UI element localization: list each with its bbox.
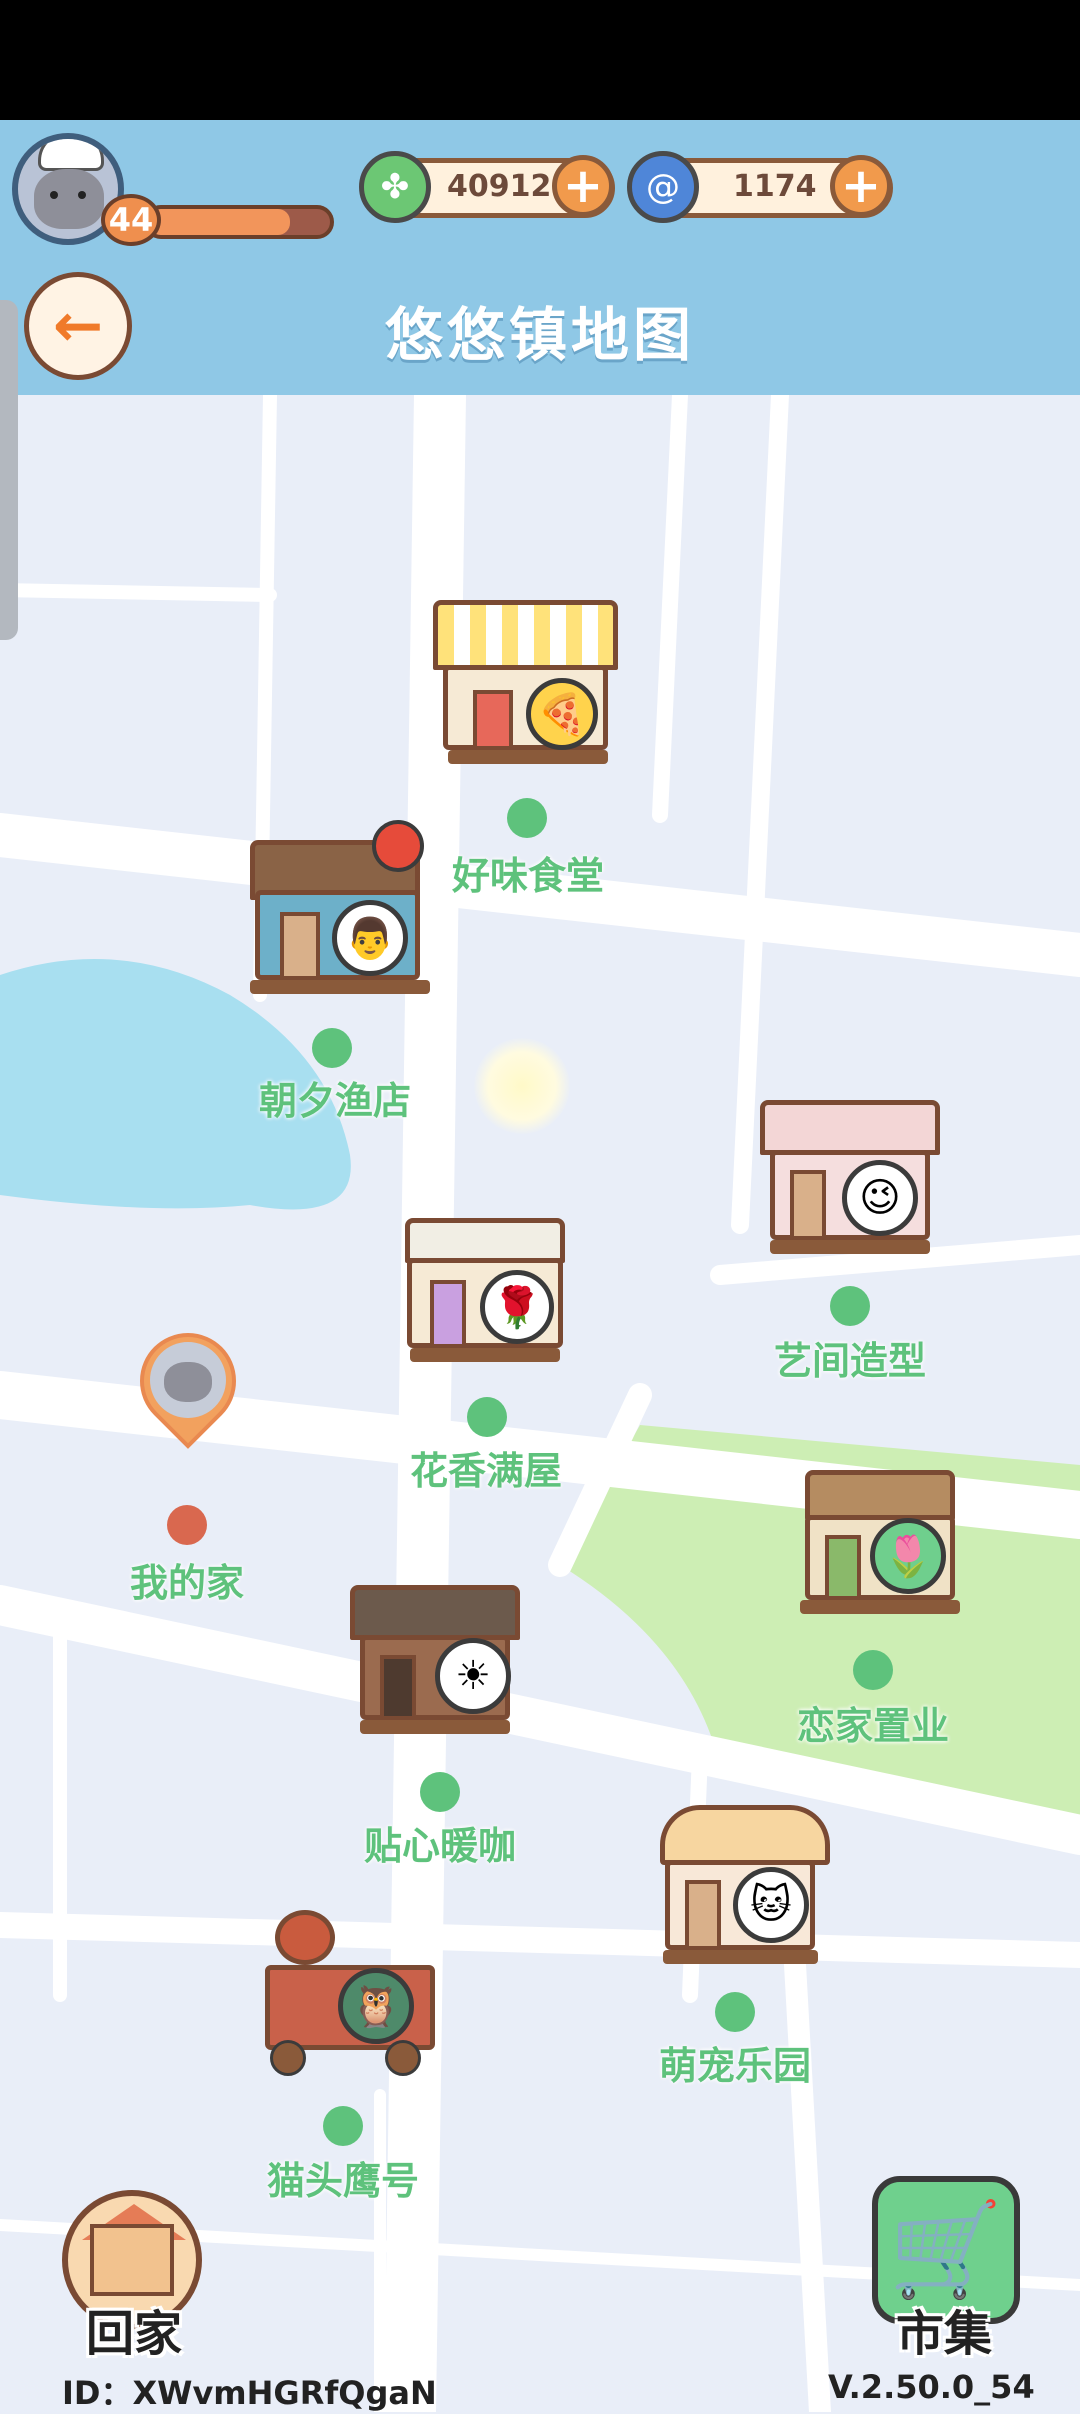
winking-face-icon: 😉: [842, 1160, 918, 1236]
sleeping-cat-icon: 🐱: [733, 1867, 809, 1943]
cafe-marker[interactable]: [420, 1772, 460, 1812]
pet-park-marker[interactable]: [715, 1992, 755, 2032]
cat-avatar-icon: [150, 1342, 226, 1418]
add-swirl-button[interactable]: +: [830, 155, 892, 217]
level-badge: 44: [101, 194, 161, 246]
pizza-icon: 🍕: [526, 678, 598, 750]
location-label-mengchong[interactable]: 萌宠乐园: [585, 2035, 885, 2090]
xp-progress-bar: [144, 205, 334, 239]
xp-progress-fill: [148, 209, 290, 235]
home-button-label[interactable]: 回家: [86, 2294, 182, 2364]
location-label-yijian[interactable]: 艺间造型: [700, 1330, 1000, 1385]
swirl-icon: @: [627, 151, 699, 223]
page-title: 悠悠镇地图: [384, 301, 695, 369]
glowing-paw-icon[interactable]: [474, 1038, 570, 1134]
clover-currency: ✤ 40912 +: [359, 151, 615, 223]
owl-truck-building[interactable]: 🦉: [250, 1910, 445, 2080]
chef-hat: [38, 139, 104, 171]
lotus-icon: 🌷: [870, 1518, 946, 1594]
location-label-wojia[interactable]: 我的家: [37, 1552, 337, 1607]
add-clover-button[interactable]: +: [552, 155, 614, 217]
clover-icon: ✤: [359, 151, 431, 223]
owl-icon: 🦉: [338, 1968, 414, 2044]
fisherman-icon: 👨: [332, 900, 408, 976]
wheel-icon: [385, 2040, 421, 2076]
wheel-icon: [270, 2040, 306, 2076]
flower-shop-marker[interactable]: [467, 1397, 507, 1437]
salon-building[interactable]: 😉: [750, 1090, 950, 1260]
salon-marker[interactable]: [830, 1286, 870, 1326]
real-estate-building[interactable]: 🌷: [790, 1440, 970, 1620]
my-home-marker[interactable]: [167, 1505, 207, 1545]
cafe-building[interactable]: ☀: [335, 1560, 535, 1740]
pet-park-building[interactable]: 🐱: [645, 1795, 835, 1970]
swirl-amount: 1174: [733, 169, 817, 204]
restaurant-marker[interactable]: [507, 798, 547, 838]
owl-truck-marker[interactable]: [323, 2106, 363, 2146]
clover-amount: 40912: [447, 169, 552, 204]
user-id: ID：XWvmHGRfQgaN: [62, 2374, 437, 2412]
location-label-huaxiang[interactable]: 花香满屋: [336, 1440, 636, 1495]
location-label-maotouying[interactable]: 猫头鹰号: [193, 2150, 493, 2205]
fish-shop-marker[interactable]: [312, 1028, 352, 1068]
real-estate-marker[interactable]: [853, 1650, 893, 1690]
restaurant-building[interactable]: 🍕: [428, 590, 623, 770]
location-label-lianjia[interactable]: 恋家置业: [723, 1695, 1023, 1750]
shopping-cart-icon: 🛒: [888, 2196, 1004, 2303]
sun-face-icon: ☀: [435, 1638, 511, 1714]
status-bar: [0, 0, 1080, 120]
fish-shop-building[interactable]: 👨: [240, 820, 435, 1000]
cat-with-rose-icon: 🌹: [480, 1270, 554, 1344]
version-text: V.2.50.0_54: [828, 2368, 1035, 2406]
market-button-label[interactable]: 市集: [896, 2294, 992, 2364]
location-label-zhaoxi[interactable]: 朝夕渔店: [185, 1070, 485, 1125]
cat-face-icon: [34, 169, 104, 229]
flower-shop-building[interactable]: 🌹: [385, 1198, 585, 1368]
swirl-currency: @ 1174 +: [627, 151, 893, 223]
location-label-tiexin[interactable]: 贴心暖咖: [290, 1815, 590, 1870]
notification-icon: [372, 820, 424, 872]
